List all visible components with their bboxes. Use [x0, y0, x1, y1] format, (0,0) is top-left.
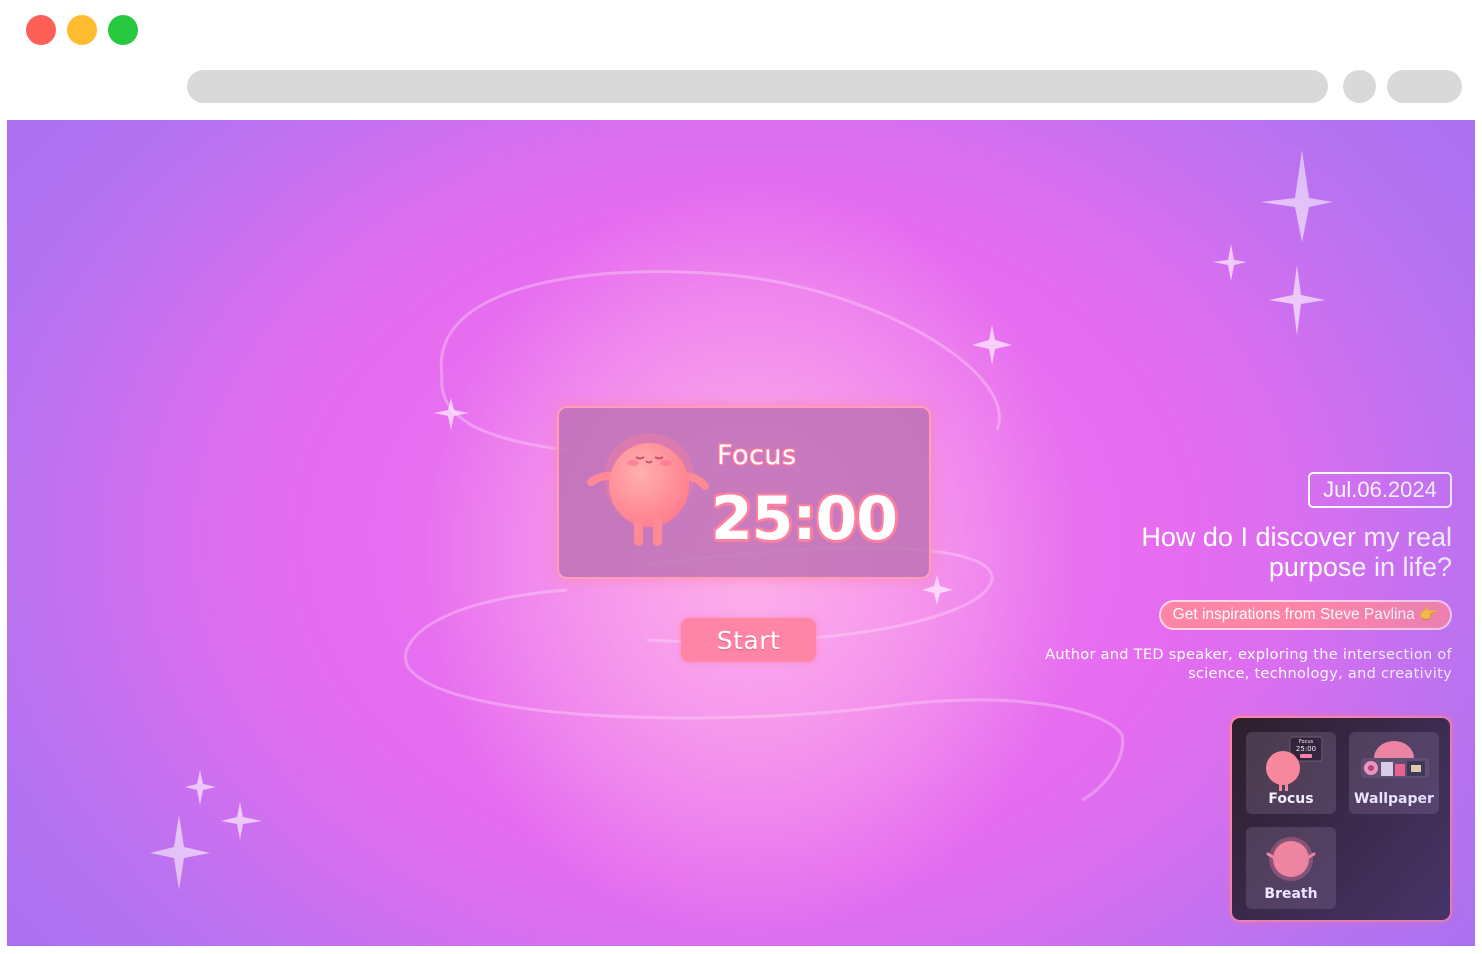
close-window-button[interactable]: [26, 15, 56, 45]
inspiration-link[interactable]: Get inspirations from Steve Pavlina 👉: [1159, 600, 1452, 630]
wallpaper-app-icon: [1361, 741, 1429, 778]
maximize-window-button[interactable]: [108, 15, 138, 45]
mini-time-text: 25:00: [1296, 745, 1316, 753]
browser-chrome: [0, 0, 1482, 120]
browser-menu-button[interactable]: [1387, 70, 1462, 103]
timer-display: 25:00: [711, 484, 898, 554]
author-description: Author and TED speaker, exploring the in…: [1045, 647, 1452, 682]
app-tile-focus[interactable]: Focus 25:00 Focus: [1246, 732, 1336, 814]
app-label-focus: Focus: [1268, 791, 1314, 807]
app-label-breath: Breath: [1264, 886, 1318, 902]
app-tile-wallpaper[interactable]: Wallpaper: [1349, 732, 1439, 814]
breath-app-icon: [1266, 837, 1316, 881]
quote-question: How do I discover my real purpose in lif…: [1141, 522, 1452, 582]
app-label-wallpaper: Wallpaper: [1354, 791, 1434, 807]
timer-mode-label: Focus: [717, 440, 797, 471]
focus-app-icon: Focus 25:00: [1266, 736, 1323, 791]
browser-action-button[interactable]: [1343, 70, 1376, 103]
app-tile-breath[interactable]: Breath: [1246, 827, 1336, 909]
focus-timer-card: Focus 25:00: [557, 406, 931, 579]
minimize-window-button[interactable]: [67, 15, 97, 45]
app-launcher: Focus 25:00 Focus Wallpaper Breath: [1230, 716, 1452, 922]
address-bar[interactable]: [187, 70, 1328, 103]
date-badge: Jul.06.2024: [1308, 472, 1452, 508]
mascot-icon: [587, 433, 709, 546]
start-button[interactable]: Start: [681, 618, 816, 662]
app-viewport: Focus 25:00 Start Jul.06.2024 How do I d…: [7, 120, 1475, 946]
